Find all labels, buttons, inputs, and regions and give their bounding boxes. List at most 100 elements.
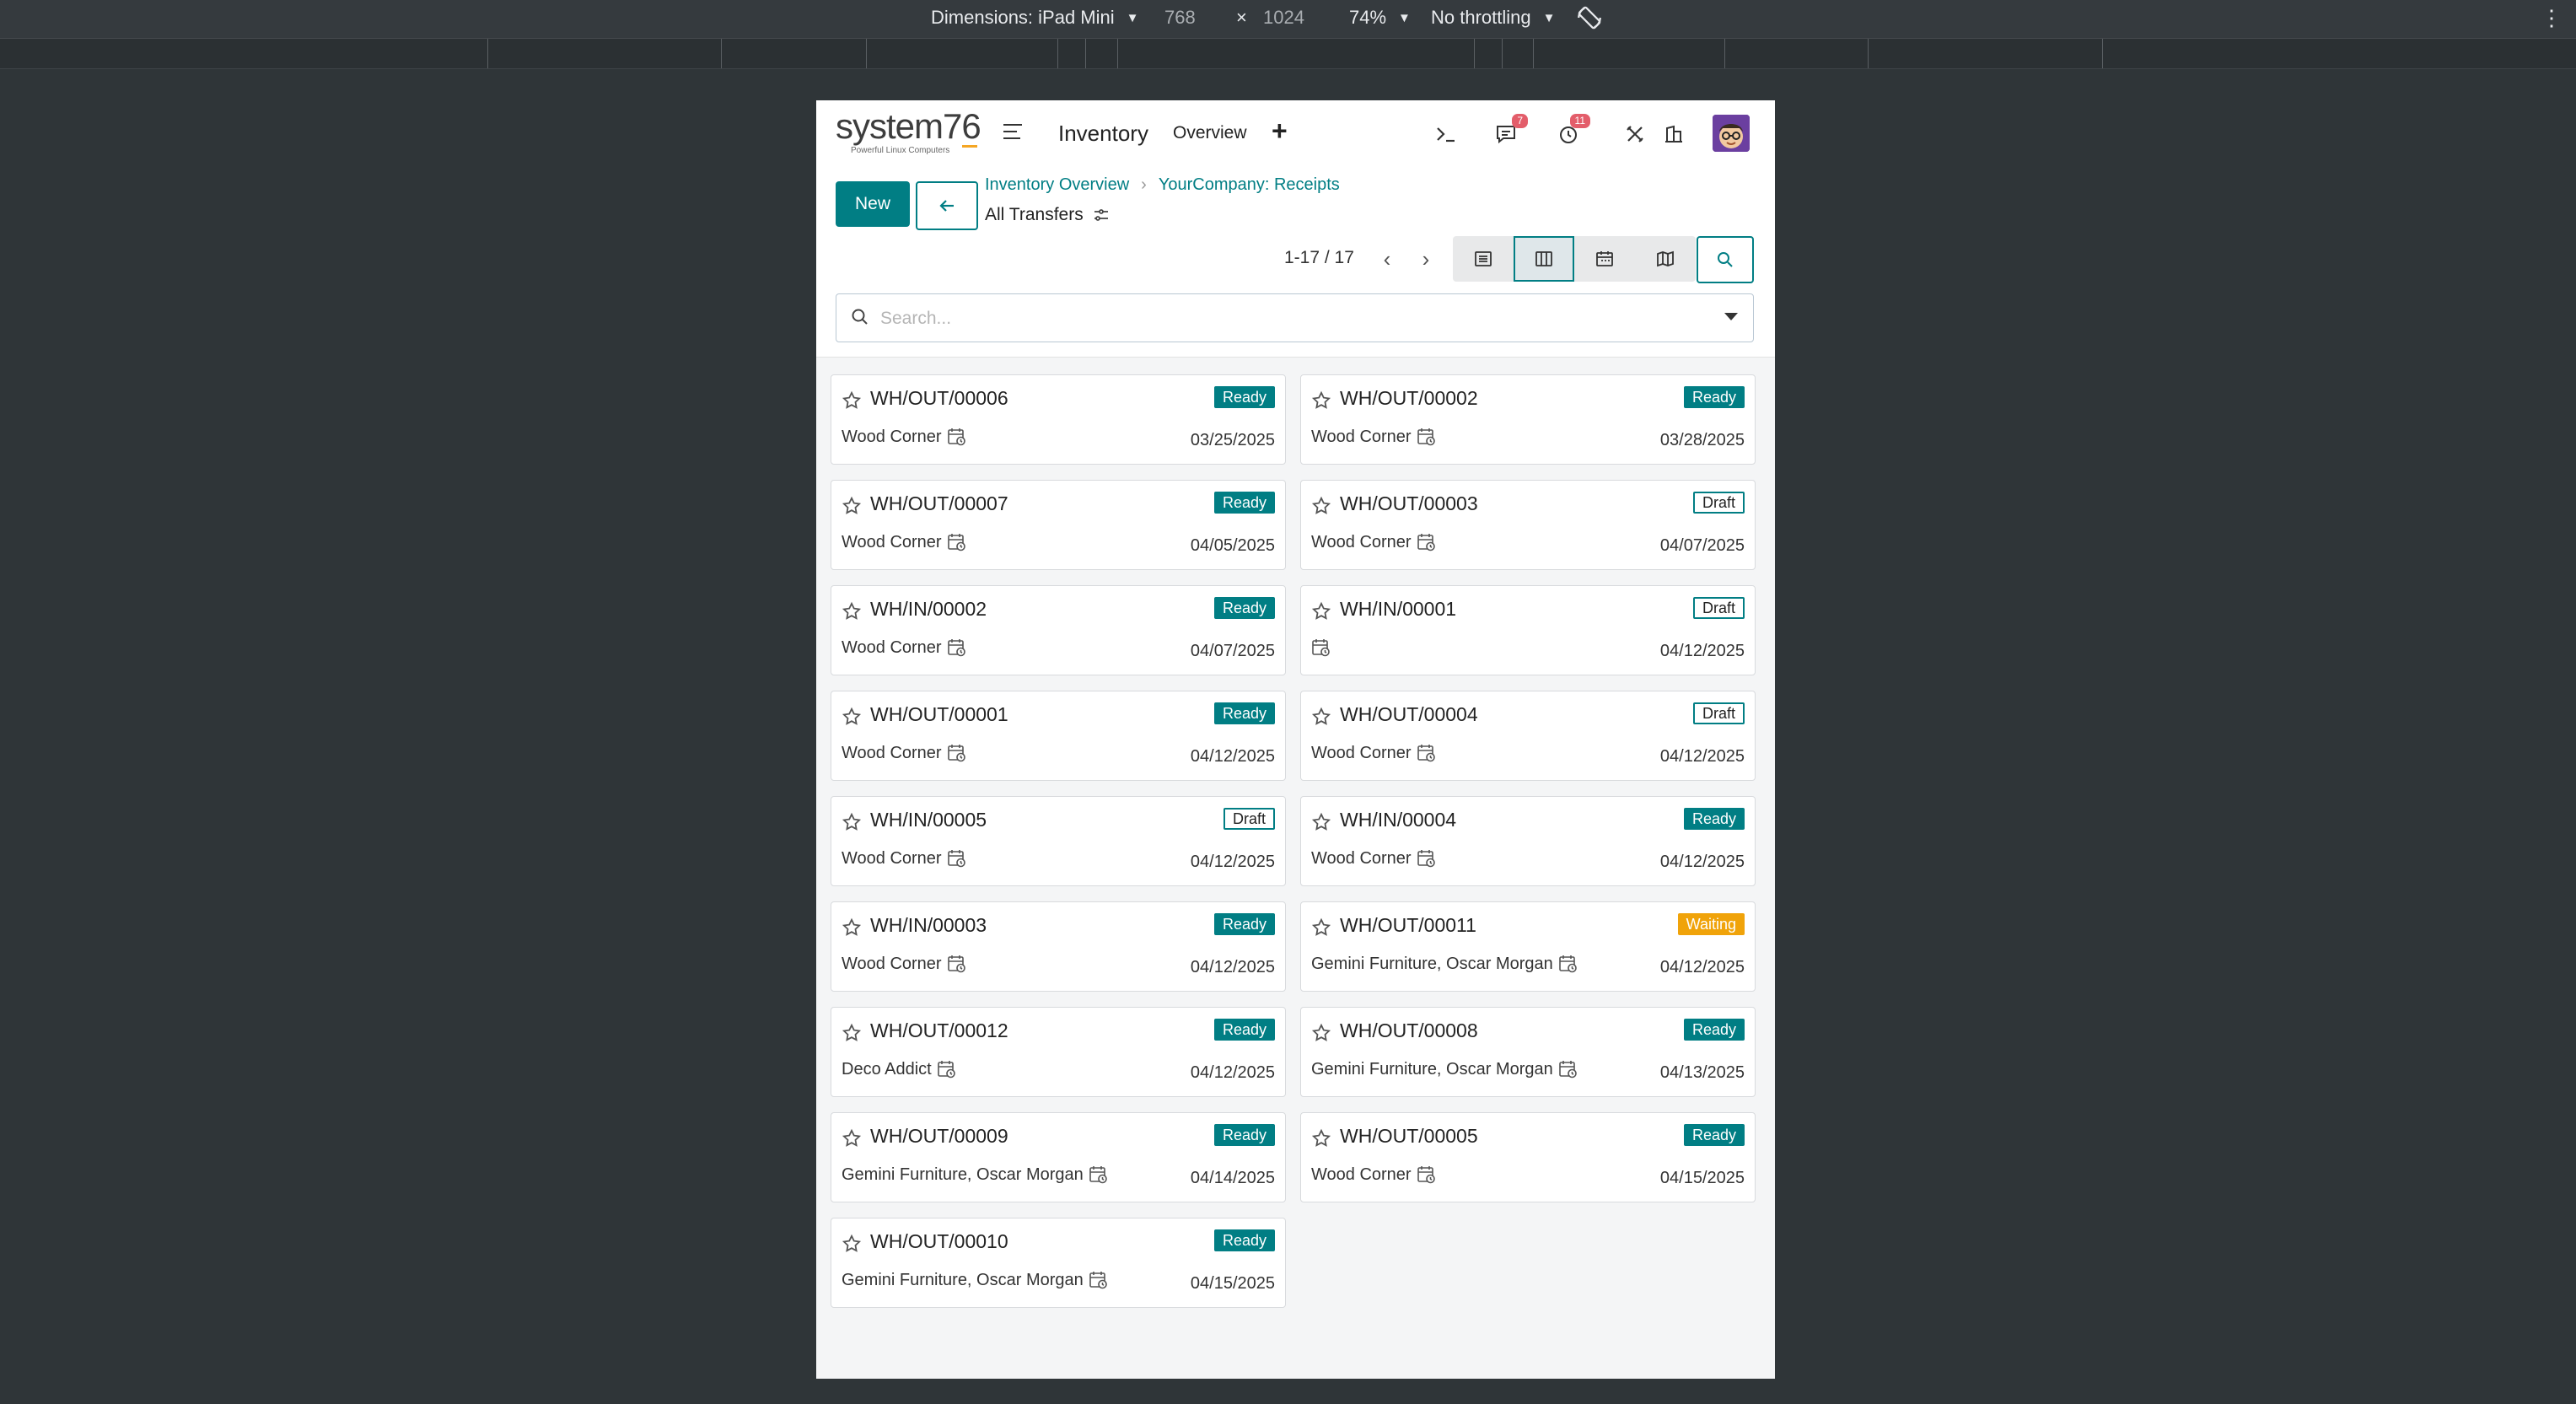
partner-name: Wood Corner (1311, 1165, 1412, 1184)
star-icon[interactable] (842, 1234, 862, 1258)
star-icon[interactable] (842, 812, 862, 836)
calendar-clock-icon[interactable] (1417, 743, 1437, 763)
kanban-card[interactable]: WH/OUT/00009 Ready Gemini Furniture, Oscar… (831, 1112, 1286, 1202)
partner-name: Wood Corner (842, 532, 942, 551)
star-icon[interactable] (842, 390, 862, 415)
calendar-clock-icon[interactable] (1311, 637, 1331, 658)
search-panel-toggle[interactable] (1697, 236, 1754, 283)
tools-icon[interactable] (1618, 117, 1652, 151)
star-icon[interactable] (1311, 917, 1331, 942)
map-view-icon[interactable] (1635, 236, 1696, 282)
star-icon[interactable] (1311, 496, 1331, 520)
hamburger-icon[interactable] (1003, 124, 1022, 141)
kanban-card[interactable]: WH/IN/00005 Draft Wood Corner 04/12/2025 (831, 796, 1286, 886)
star-icon[interactable] (1311, 707, 1331, 731)
search-icon (1718, 252, 1733, 267)
nav-overview[interactable]: Overview (1173, 123, 1247, 143)
star-icon[interactable] (1311, 812, 1331, 836)
throttling-select[interactable]: No throttling ▼ (1431, 7, 1555, 29)
calendar-clock-icon[interactable] (1417, 1165, 1437, 1185)
kanban-card[interactable]: WH/OUT/00007 Ready Wood Corner 04/05/2025 (831, 480, 1286, 570)
list-view-icon[interactable] (1453, 236, 1514, 282)
device-select[interactable]: Dimensions: iPad Mini ▼ (931, 7, 1139, 29)
chevron-left-icon[interactable]: ‹ (1368, 237, 1406, 281)
kanban-card[interactable]: WH/OUT/00002 Ready Wood Corner 03/28/2025 (1300, 374, 1756, 465)
star-icon[interactable] (842, 707, 862, 731)
calendar-clock-icon[interactable] (947, 427, 967, 447)
star-icon[interactable] (1311, 390, 1331, 415)
plus-icon[interactable]: + (1272, 116, 1288, 147)
kanban-card[interactable]: WH/IN/00004 Ready Wood Corner 04/12/2025 (1300, 796, 1756, 886)
calendar-clock-icon[interactable] (937, 1059, 957, 1079)
partner-field (1311, 637, 1331, 658)
building-icon[interactable] (1657, 117, 1691, 151)
height-input[interactable]: 1024 (1263, 7, 1304, 29)
calendar-clock-icon[interactable] (1089, 1270, 1109, 1290)
star-icon[interactable] (842, 1023, 862, 1047)
terminal-icon[interactable] (1429, 117, 1463, 151)
new-button[interactable]: New (836, 181, 910, 227)
chevron-right-icon[interactable]: › (1406, 237, 1445, 281)
calendar-clock-icon[interactable] (1089, 1165, 1109, 1185)
status-badge: Draft (1692, 702, 1745, 724)
back-button[interactable] (916, 181, 978, 230)
rotate-icon[interactable] (1575, 3, 1604, 32)
chevron-down-icon: ▼ (1398, 10, 1411, 25)
kanban-card[interactable]: WH/IN/00003 Ready Wood Corner 04/12/2025 (831, 901, 1286, 992)
calendar-clock-icon[interactable] (947, 848, 967, 869)
company-logo[interactable]: system76 Powerful Linux Computers (836, 109, 981, 156)
kanban-card[interactable]: WH/OUT/00003 Draft Wood Corner 04/07/2025 (1300, 480, 1756, 570)
more-options-icon[interactable]: ⋮ (2541, 5, 2563, 31)
zoom-select[interactable]: 74% ▼ (1349, 7, 1411, 29)
partner-name: Wood Corner (1311, 532, 1412, 551)
transfer-reference: WH/OUT/00012 (870, 1019, 1008, 1041)
calendar-clock-icon[interactable] (947, 954, 967, 974)
kanban-card[interactable]: WH/OUT/00011 Waiting Gemini Furniture, Osc… (1300, 901, 1756, 992)
scheduled-date: 04/12/2025 (1190, 747, 1275, 766)
kanban-card[interactable]: WH/IN/00002 Ready Wood Corner 04/07/2025 (831, 585, 1286, 675)
kanban-view-icon[interactable] (1514, 236, 1574, 282)
search-input[interactable] (879, 303, 1691, 335)
scheduled-date: 04/12/2025 (1659, 747, 1745, 766)
status-badge: Ready (1683, 386, 1745, 408)
status-badge: Ready (1213, 492, 1275, 514)
star-icon[interactable] (842, 496, 862, 520)
calendar-clock-icon[interactable] (1417, 427, 1437, 447)
calendar-clock-icon[interactable] (947, 743, 967, 763)
kanban-card[interactable]: WH/OUT/00006 Ready Wood Corner 03/25/2025 (831, 374, 1286, 465)
calendar-view-icon[interactable] (1574, 236, 1635, 282)
star-icon[interactable] (842, 1128, 862, 1153)
throttling-value: No throttling (1431, 7, 1531, 28)
star-icon[interactable] (842, 917, 862, 942)
kanban-card[interactable]: WH/OUT/00005 Ready Wood Corner 04/15/2025 (1300, 1112, 1756, 1202)
kanban-card[interactable]: WH/IN/00001 Draft 04/12/2025 (1300, 585, 1756, 675)
chat-icon[interactable]: 7 (1489, 114, 1528, 151)
kanban-card[interactable]: WH/OUT/00008 Ready Gemini Furniture, Oscar… (1300, 1007, 1756, 1097)
calendar-clock-icon[interactable] (947, 532, 967, 552)
calendar-clock-icon[interactable] (1417, 532, 1437, 552)
star-icon[interactable] (842, 601, 862, 626)
activity-clock-icon[interactable]: 11 (1552, 114, 1590, 151)
chevron-down-icon: ▼ (1126, 10, 1139, 25)
kanban-card[interactable]: WH/OUT/00012 Ready Deco Addict 04/12/2025 (831, 1007, 1286, 1097)
ruler-mark (487, 39, 488, 68)
pager-value[interactable]: 1-17 / 17 (1284, 248, 1354, 268)
calendar-clock-icon[interactable] (1417, 848, 1437, 869)
width-input[interactable]: 768 (1164, 7, 1196, 29)
app-name[interactable]: Inventory (1058, 121, 1148, 147)
calendar-clock-icon[interactable] (1558, 954, 1578, 974)
star-icon[interactable] (1311, 1128, 1331, 1153)
breadcrumb-inventory-overview[interactable]: Inventory Overview (985, 175, 1129, 195)
gear-icon[interactable] (1094, 208, 1109, 222)
kanban-card[interactable]: WH/OUT/00004 Draft Wood Corner 04/12/2025 (1300, 691, 1756, 781)
calendar-clock-icon[interactable] (947, 637, 967, 658)
avatar[interactable] (1713, 115, 1750, 152)
chevron-down-icon: ▼ (1542, 10, 1556, 25)
kanban-card[interactable]: WH/OUT/00001 Ready Wood Corner 04/12/2025 (831, 691, 1286, 781)
breadcrumb-receipts[interactable]: YourCompany: Receipts (1159, 175, 1340, 195)
star-icon[interactable] (1311, 1023, 1331, 1047)
calendar-clock-icon[interactable] (1558, 1059, 1578, 1079)
search-options-toggle[interactable] (1724, 313, 1738, 320)
star-icon[interactable] (1311, 601, 1331, 626)
kanban-card[interactable]: WH/OUT/00010 Ready Gemini Furniture, Oscar… (831, 1218, 1286, 1308)
